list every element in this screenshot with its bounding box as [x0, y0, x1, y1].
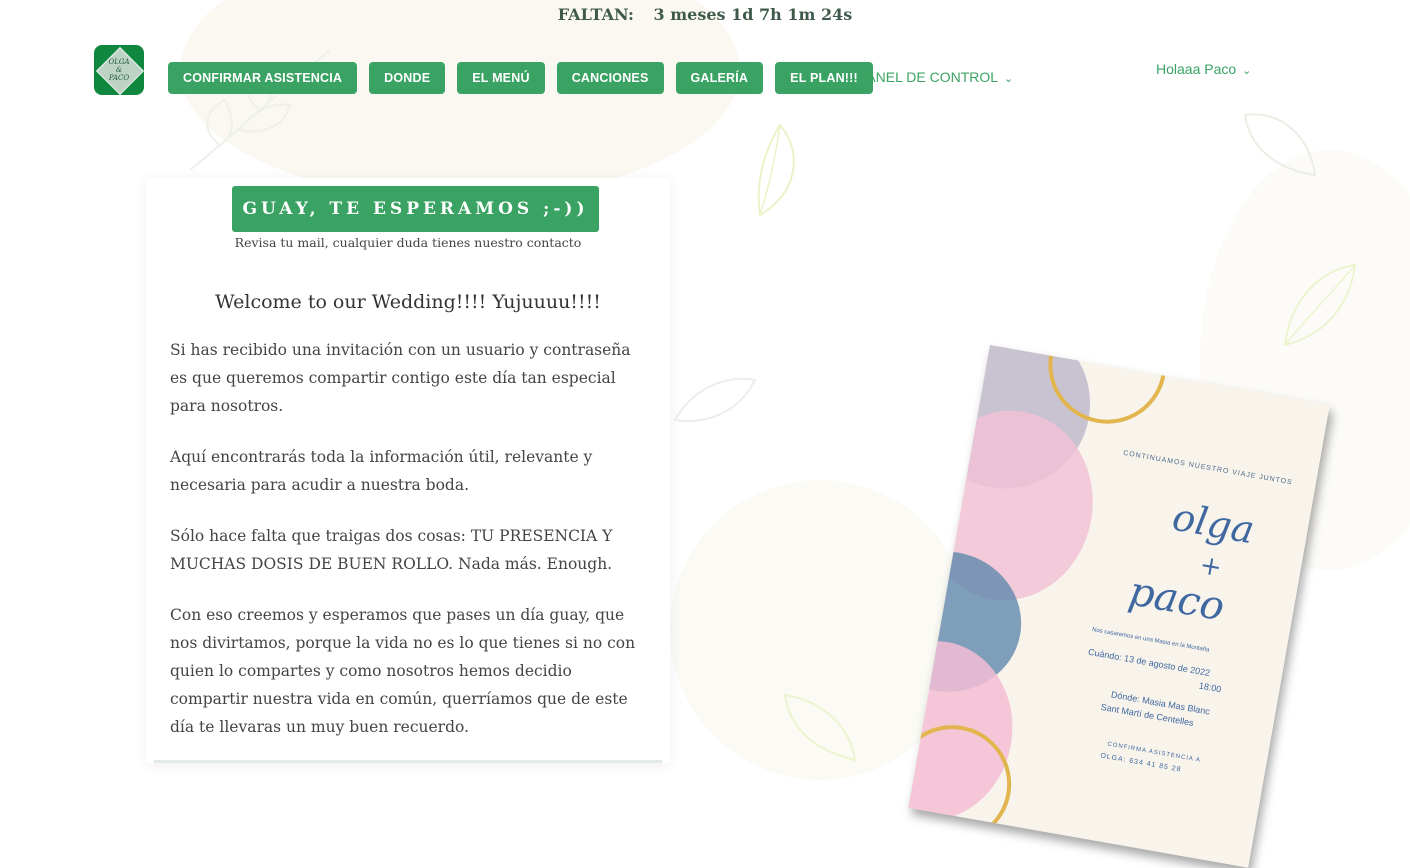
countdown-timer: FALTAN: 3 meses 1d 7h 1m 24s	[0, 5, 1410, 24]
leaf-decoration-icon	[1283, 263, 1357, 347]
welcome-paragraph: Aquí encontrarás toda la información úti…	[170, 448, 593, 494]
main-nav: CONFIRMAR ASISTENCIA DONDE EL MENÚ CANCI…	[168, 62, 873, 94]
welcome-heading: Welcome to our Wedding!!!! Yujuuuu!!!!	[215, 291, 601, 313]
user-greeting: Holaaa Paco	[1156, 61, 1237, 77]
leaf-decoration-icon	[673, 377, 757, 422]
invitation-plus: +	[1197, 550, 1225, 584]
invitation-when: Cuándo: 13 de agosto de 2022	[1087, 646, 1211, 679]
invitation-heading: CONTINUAMOS NUESTRO VIAJE JUNTOS	[1122, 449, 1294, 487]
confirmed-attendance-button[interactable]: GUAY, TE ESPERAMOS ;-))	[232, 186, 599, 232]
leaf-decoration-icon	[783, 693, 857, 762]
leaf-decoration-icon	[757, 123, 795, 217]
logo-text-top: OLGA	[108, 58, 130, 66]
leaf-decoration-icon	[1243, 113, 1317, 177]
leaf-decoration-icon	[189, 49, 331, 171]
logo-text-mid: &	[115, 66, 123, 74]
invitation-name-1: olga	[1169, 494, 1258, 553]
welcome-paragraph: Sólo hace falta que traigas dos cosas: T…	[170, 527, 613, 573]
welcome-card: GUAY, TE ESPERAMOS ;-)) Revisa tu mail, …	[146, 178, 670, 763]
countdown-value: 3 meses 1d 7h 1m 24s	[653, 5, 853, 24]
nav-donde[interactable]: DONDE	[369, 62, 446, 94]
chevron-down-icon: ⌄	[1004, 72, 1014, 85]
welcome-paragraph: Si has recibido una invitación con un us…	[170, 341, 631, 415]
welcome-text: Si has recibido una invitación con un us…	[170, 336, 652, 764]
panel-de-control-label: PANEL DE CONTROL	[858, 69, 999, 85]
logo-text: OLGA & PACO	[94, 58, 144, 82]
welcome-paragraph: Con eso creemos y esperamos que pases un…	[170, 606, 636, 736]
confirm-subtitle: Revisa tu mail, cualquier duda tienes nu…	[234, 235, 582, 250]
chevron-down-icon: ⌄	[1242, 64, 1252, 77]
logo-text-bottom: PACO	[108, 74, 130, 82]
nav-canciones[interactable]: CANCIONES	[556, 62, 664, 94]
site-logo[interactable]: OLGA & PACO	[94, 45, 144, 95]
countdown-label: FALTAN:	[557, 5, 634, 24]
nav-confirmar-asistencia[interactable]: CONFIRMAR ASISTENCIA	[168, 62, 358, 94]
user-menu-dropdown[interactable]: Holaaa Paco ⌄	[1156, 61, 1251, 77]
nav-el-menu[interactable]: EL MENÚ	[457, 62, 545, 94]
panel-de-control-dropdown[interactable]: PANEL DE CONTROL ⌄	[858, 69, 1013, 85]
nav-galeria[interactable]: GALERÍA	[675, 62, 764, 94]
invitation-card-image: CONTINUAMOS NUESTRO VIAJE JUNTOS olga + …	[908, 345, 1330, 868]
invitation-time: 18:00	[1198, 680, 1223, 695]
